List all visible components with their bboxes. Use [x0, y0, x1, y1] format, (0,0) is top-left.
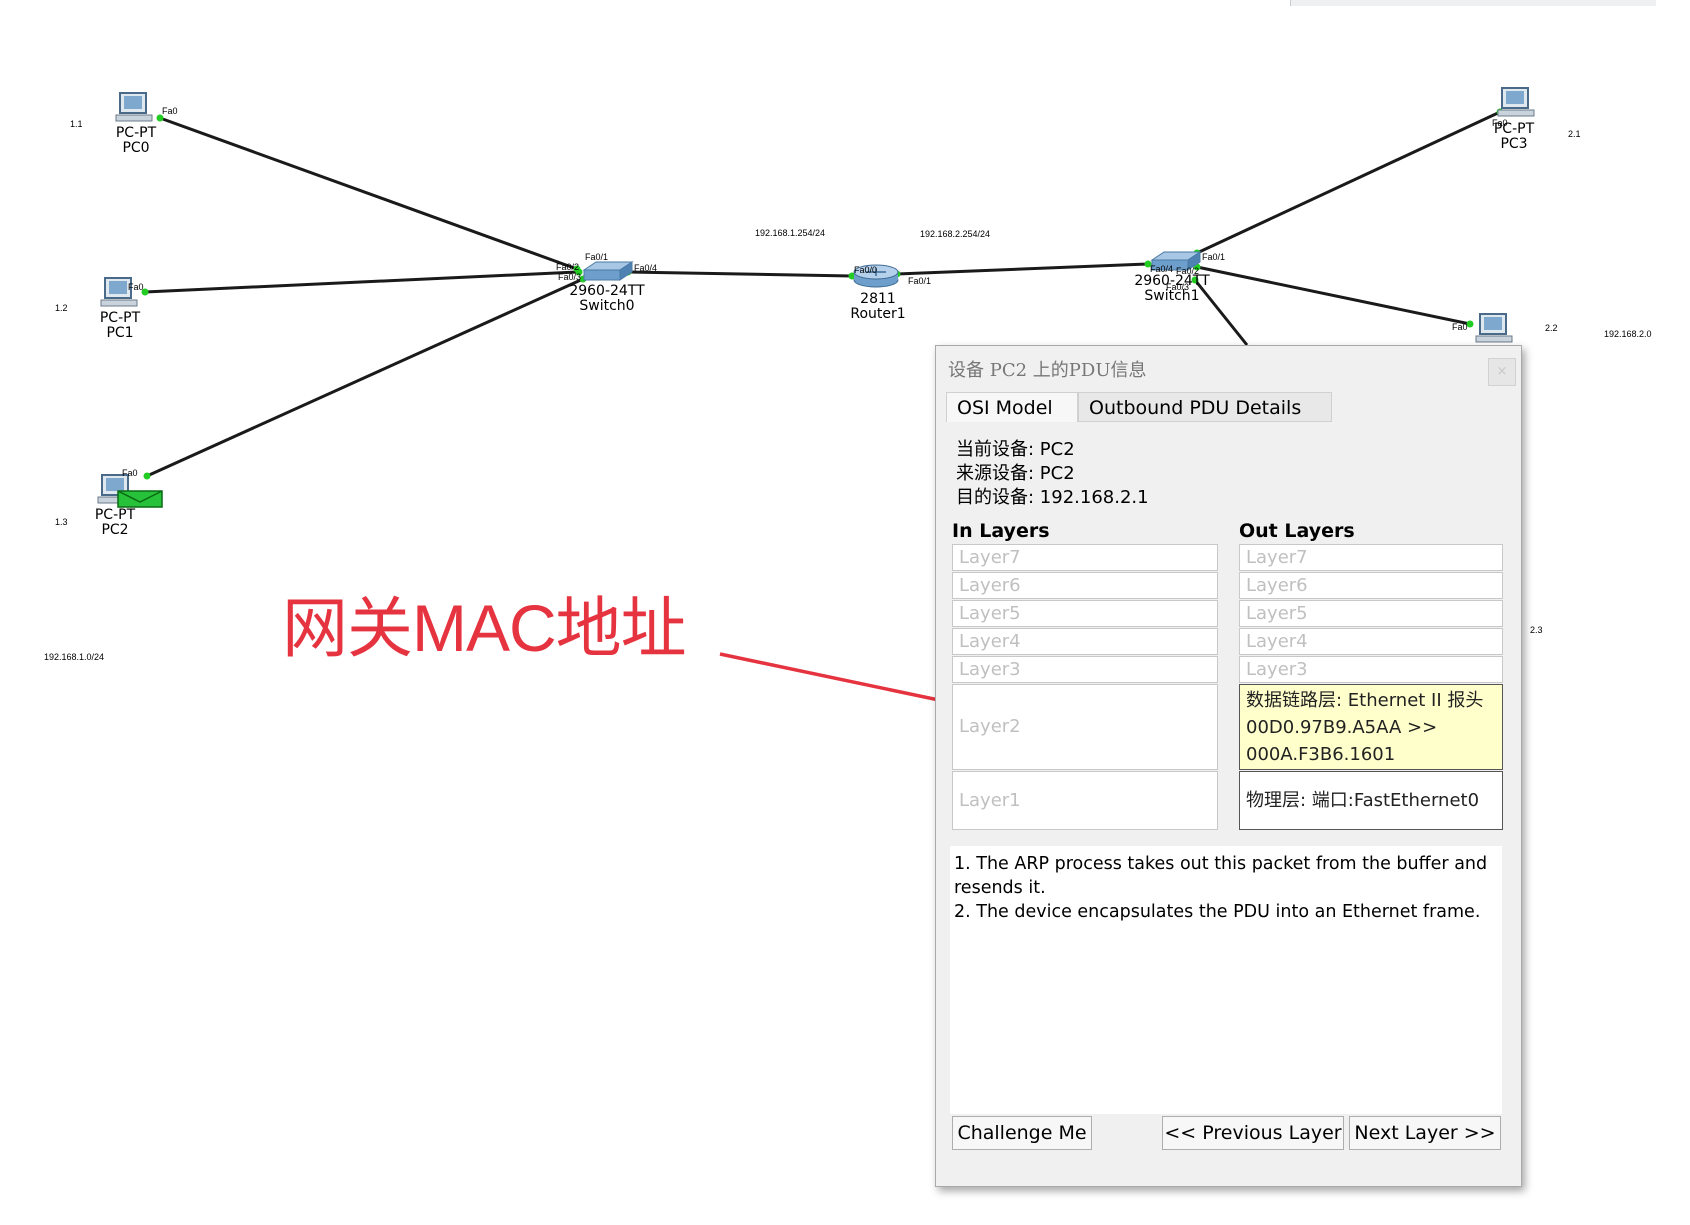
in-layer5[interactable]: Layer5: [952, 600, 1218, 627]
device-info: 当前设备: PC2 来源设备: PC2 目的设备: 192.168.2.1: [956, 438, 1149, 510]
switch1-port-fa02: Fa0/2: [1176, 266, 1200, 276]
in-layer3[interactable]: Layer3: [952, 656, 1218, 683]
out-layer5[interactable]: Layer5: [1239, 600, 1503, 627]
gateway-mac-annotation: 网关MAC地址: [282, 591, 687, 665]
pc3-name: PC3: [1500, 136, 1528, 152]
network-label-1: 192.168.1.0/24: [44, 652, 105, 662]
pc-22-icon[interactable]: [1475, 313, 1513, 343]
out-layer3[interactable]: Layer3: [1239, 656, 1503, 683]
pc0-label: PC-PT PC0: [104, 126, 168, 156]
dest-device-value: 192.168.2.1: [1039, 487, 1149, 508]
tab-outbound-pdu-details[interactable]: Outbound PDU Details: [1078, 392, 1332, 422]
pc1-label: PC-PT PC1: [88, 311, 152, 341]
switch0-port-fa02: Fa0/2: [556, 262, 580, 272]
pdu-description: 1. The ARP process takes out this packet…: [950, 846, 1502, 1114]
dialog-title: 设备 PC2 上的PDU信息: [948, 360, 1147, 381]
pc0-model: PC-PT: [115, 125, 157, 141]
pdu-envelope-icon[interactable]: [117, 490, 163, 508]
current-device-value: PC2: [1039, 439, 1075, 460]
out-layer2-key: 数据链路层: [1246, 690, 1336, 711]
router1-port-fa01: Fa0/1: [908, 276, 932, 286]
ip-hint-22: 2.2: [1545, 323, 1558, 333]
switch1-port-fa01: Fa0/1: [1202, 252, 1226, 262]
switch0-port-fa01: Fa0/1: [585, 252, 609, 262]
out-layers-heading: Out Layers: [1239, 520, 1355, 542]
pc3-icon[interactable]: [1497, 87, 1535, 117]
in-layers-heading: In Layers: [952, 520, 1050, 542]
in-layer1[interactable]: Layer1: [952, 771, 1218, 830]
out-layer1-physical[interactable]: 物理层: 端口:FastEthernet0: [1239, 771, 1503, 830]
out-layer6[interactable]: Layer6: [1239, 572, 1503, 599]
source-device-row: 来源设备: PC2: [956, 463, 1075, 484]
out-layer7[interactable]: Layer7: [1239, 544, 1503, 571]
router1-label: 2811 Router1: [846, 292, 910, 322]
out-layer1-key: 物理层: [1246, 790, 1300, 811]
pc0-port-label: Fa0: [162, 106, 178, 116]
pc22-port-label: Fa0: [1452, 322, 1468, 332]
source-device-value: PC2: [1039, 463, 1075, 484]
current-device-row: 当前设备: PC2: [956, 439, 1075, 460]
pc2-model: PC-PT: [94, 507, 136, 523]
ip-hint-pc0: 1.1: [70, 119, 83, 129]
in-layer7[interactable]: Layer7: [952, 544, 1218, 571]
pc1-port-label: Fa0: [128, 282, 144, 292]
previous-layer-button[interactable]: << Previous Layer: [1162, 1116, 1344, 1150]
switch0-name: Switch0: [579, 298, 635, 314]
out-layer4[interactable]: Layer4: [1239, 628, 1503, 655]
switch0-label: 2960-24TT Switch0: [565, 284, 649, 314]
switch0-port-fa04: Fa0/4: [634, 263, 658, 273]
close-button[interactable]: ×: [1488, 358, 1516, 386]
link-switch1-pc22: [1196, 265, 1471, 326]
link-switch1-pc3: [1196, 110, 1501, 255]
description-line-2: 2. The device encapsulates the PDU into …: [954, 902, 1481, 922]
pc2-name: PC2: [101, 522, 129, 538]
in-layer2[interactable]: Layer2: [952, 684, 1218, 770]
link-pc0-switch0: [159, 116, 578, 271]
pc1-model: PC-PT: [99, 310, 141, 326]
ip-hint-23: 2.3: [1530, 625, 1543, 635]
pc0-name: PC0: [122, 140, 150, 156]
link-router1-switch1: [896, 262, 1149, 276]
next-layer-button[interactable]: Next Layer >>: [1349, 1116, 1501, 1150]
switch0-icon[interactable]: [582, 261, 634, 281]
in-layer6[interactable]: Layer6: [952, 572, 1218, 599]
gateway-label-1: 192.168.1.254/24: [755, 228, 826, 238]
switch1-port-fa04: Fa0/4: [1150, 264, 1174, 274]
out-layer1-port-key: 端口: [1311, 790, 1348, 811]
pc3-port-label: Fa0: [1492, 118, 1508, 128]
out-layer1-text: FastEthernet0: [1353, 790, 1480, 811]
pc0-icon[interactable]: [115, 92, 153, 122]
switch0-model: 2960-24TT: [569, 283, 645, 299]
ip-hint-pc3: 2.1: [1568, 129, 1581, 139]
out-layer2-datalink[interactable]: 数据链路层: Ethernet II 报头 00D0.97B9.A5AA >> …: [1239, 684, 1503, 770]
ip-hint-pc2: 1.3: [55, 517, 68, 527]
pc2-port-label: Fa0: [122, 468, 138, 478]
router1-model: 2811: [860, 291, 896, 307]
link-pc2-switch0: [146, 277, 584, 478]
link-switch0-router1: [627, 270, 853, 278]
dest-device-key: 目的设备: [956, 487, 1028, 508]
description-line-1: 1. The ARP process takes out this packet…: [954, 854, 1488, 898]
dest-device-row: 目的设备: 192.168.2.1: [956, 487, 1149, 508]
router1-name: Router1: [850, 306, 906, 322]
switch0-port-fa03: Fa0/3: [558, 272, 582, 282]
router1-port-fa00: Fa0/0: [854, 265, 878, 275]
link-pc1-switch0: [144, 270, 578, 294]
pc2-label: PC-PT PC2: [83, 508, 147, 538]
pc1-name: PC1: [106, 325, 134, 341]
switch1-port-fa03: Fa0/3: [1166, 282, 1190, 292]
current-device-key: 当前设备: [956, 439, 1028, 460]
gateway-label-2: 192.168.2.254/24: [920, 229, 991, 239]
pdu-info-dialog[interactable]: 设备 PC2 上的PDU信息 × OSI Model Outbound PDU …: [935, 345, 1522, 1187]
challenge-me-button[interactable]: Challenge Me: [952, 1116, 1092, 1150]
ip-hint-pc1: 1.2: [55, 303, 68, 313]
network-label-2: 192.168.2.0: [1604, 329, 1652, 339]
tab-osi-model[interactable]: OSI Model: [946, 392, 1078, 422]
in-layer4[interactable]: Layer4: [952, 628, 1218, 655]
source-device-key: 来源设备: [956, 463, 1028, 484]
